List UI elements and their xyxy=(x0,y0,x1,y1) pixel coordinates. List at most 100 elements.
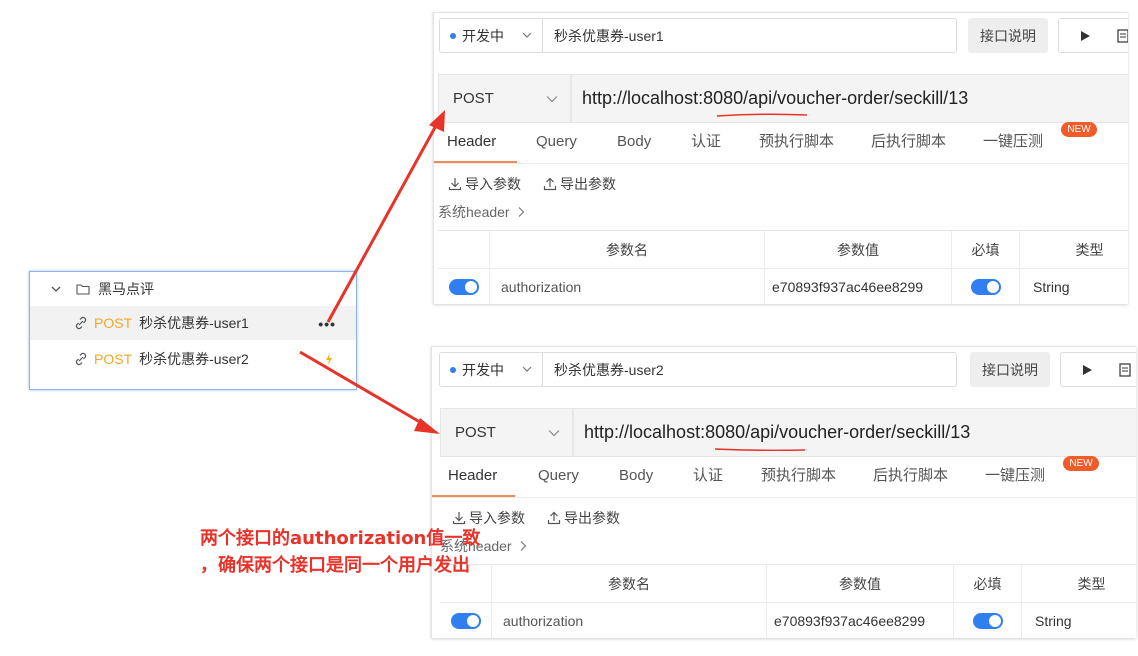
enable-toggle[interactable] xyxy=(450,613,481,629)
run-controls xyxy=(1058,18,1128,53)
request-panel-user2: 开发中 秒杀优惠券-user2 接口说明 POST http://localho… xyxy=(431,346,1136,638)
tree-item-label: 秒杀优惠券-user1 xyxy=(139,315,249,331)
import-params-button[interactable]: 导入参数 xyxy=(448,174,521,194)
download-icon xyxy=(452,512,466,525)
method-label: POST xyxy=(453,90,494,107)
tab-header[interactable]: Header xyxy=(447,127,496,164)
tab-query[interactable]: Query xyxy=(536,127,577,164)
row-enabled-cell xyxy=(440,603,491,638)
play-icon[interactable] xyxy=(1079,30,1091,42)
method-tag: POST xyxy=(94,351,133,367)
api-doc-button[interactable]: 接口说明 xyxy=(968,18,1048,53)
tab-auth[interactable]: 认证 xyxy=(691,127,721,164)
method-select[interactable]: POST xyxy=(438,74,571,123)
param-type-select[interactable]: String xyxy=(1021,603,1136,638)
header-cell-toggle xyxy=(438,231,489,268)
param-name-field[interactable]: authorization xyxy=(489,269,764,304)
header-cell-name: 参数名 xyxy=(491,565,766,602)
document-icon[interactable] xyxy=(1117,29,1128,43)
tab-body[interactable]: Body xyxy=(619,461,653,498)
tab-body[interactable]: Body xyxy=(617,127,651,164)
more-icon[interactable]: ••• xyxy=(318,316,336,332)
param-type-label: String xyxy=(1035,613,1072,629)
status-dot xyxy=(450,366,456,373)
tab-header[interactable]: Header xyxy=(448,461,497,498)
export-params-button[interactable]: 导出参数 xyxy=(547,508,620,528)
header-cell-value: 参数值 xyxy=(764,231,951,268)
tab-post-script[interactable]: 后执行脚本 xyxy=(873,461,948,498)
param-name-field[interactable]: authorization xyxy=(491,603,766,638)
method-label: POST xyxy=(455,424,496,441)
required-toggle[interactable] xyxy=(972,613,1003,629)
tab-active-indicator xyxy=(432,495,515,497)
request-name-input[interactable]: 秒杀优惠券-user2 xyxy=(542,352,957,387)
table-row: authorization e70893f937ac46ee8299 Strin… xyxy=(438,269,1128,304)
param-value-field[interactable]: e70893f937ac46ee8299 xyxy=(766,603,953,638)
api-doc-button[interactable]: 接口说明 xyxy=(970,352,1050,387)
export-params-button[interactable]: 导出参数 xyxy=(543,174,616,194)
param-type-label: String xyxy=(1033,279,1070,295)
tab-pre-script[interactable]: 预执行脚本 xyxy=(759,127,834,164)
environment-select[interactable]: 开发中 xyxy=(439,352,543,387)
tree-item-label: 秒杀优惠券-user2 xyxy=(139,351,249,367)
required-toggle[interactable] xyxy=(970,279,1001,295)
import-params-label: 导入参数 xyxy=(465,176,521,192)
upload-icon xyxy=(547,511,561,525)
chevron-down-icon xyxy=(546,96,558,103)
row-required-cell xyxy=(953,603,1021,638)
header-params-table: 参数名 参数值 必填 类型 authorization e70893f937ac… xyxy=(438,230,1128,304)
header-cell-type: 类型 xyxy=(1021,565,1136,602)
tab-post-script[interactable]: 后执行脚本 xyxy=(871,127,946,164)
chevron-down-icon[interactable] xyxy=(50,283,62,295)
method-tag: POST xyxy=(94,315,133,331)
environment-label: 开发中 xyxy=(462,27,504,44)
document-icon[interactable] xyxy=(1119,363,1131,377)
row-required-cell xyxy=(951,269,1019,304)
environment-select[interactable]: 开发中 xyxy=(439,18,543,53)
tab-pre-script[interactable]: 预执行脚本 xyxy=(761,461,836,498)
tab-stress-test[interactable]: 一键压测 xyxy=(985,461,1045,498)
header-params-table: 参数名 参数值 必填 类型 authorization e70893f937ac… xyxy=(440,564,1136,638)
link-icon xyxy=(75,316,87,330)
tree-item-user2[interactable]: POST 秒杀优惠券-user2 xyxy=(30,342,356,376)
url-input[interactable]: http://localhost:8080/api/voucher-order/… xyxy=(573,408,1136,457)
chevron-right-icon xyxy=(518,207,524,217)
url-port-underline xyxy=(714,448,806,451)
annotation-note: 两个接口的authorization值一致 ，确保两个接口是同一个用户发出 xyxy=(200,525,480,579)
tab-auth[interactable]: 认证 xyxy=(693,461,723,498)
url-text: http://localhost:8080/api/voucher-order/… xyxy=(582,88,969,108)
tab-active-indicator xyxy=(434,161,517,163)
play-icon[interactable] xyxy=(1081,364,1093,376)
export-params-label: 导出参数 xyxy=(560,176,616,192)
table-header: 参数名 参数值 必填 类型 xyxy=(440,565,1136,603)
row-enabled-cell xyxy=(438,269,489,304)
request-tabs: Header Query Body 认证 预执行脚本 后执行脚本 一键压测 xyxy=(434,127,1128,164)
upload-icon xyxy=(543,177,557,191)
request-name-input[interactable]: 秒杀优惠券-user1 xyxy=(542,18,957,53)
param-actions: 导入参数 导出参数 xyxy=(452,508,642,528)
system-header-toggle[interactable]: 系统header xyxy=(438,202,526,222)
param-value-field[interactable]: e70893f937ac46ee8299 xyxy=(764,269,951,304)
chevron-down-icon xyxy=(548,430,560,437)
folder-name: 黑马点评 xyxy=(98,281,154,297)
url-text: http://localhost:8080/api/voucher-order/… xyxy=(584,422,971,442)
method-select[interactable]: POST xyxy=(440,408,573,457)
system-header-label: 系统header xyxy=(438,204,510,220)
chevron-down-icon xyxy=(522,366,532,372)
param-type-select[interactable]: String xyxy=(1019,269,1128,304)
status-dot xyxy=(450,32,456,39)
url-input[interactable]: http://localhost:8080/api/voucher-order/… xyxy=(571,74,1128,123)
environment-label: 开发中 xyxy=(462,361,504,378)
new-badge: NEW xyxy=(1063,456,1099,471)
annotation-line-2: ，确保两个接口是同一个用户发出 xyxy=(200,555,470,576)
table-row: authorization e70893f937ac46ee8299 Strin… xyxy=(440,603,1136,638)
enable-toggle[interactable] xyxy=(448,279,479,295)
tab-stress-test[interactable]: 一键压测 xyxy=(983,127,1043,164)
url-port-underline xyxy=(716,113,808,117)
header-cell-required: 必填 xyxy=(953,565,1021,602)
tree-folder[interactable]: 黑马点评 xyxy=(30,272,356,306)
tree-item-user1[interactable]: POST 秒杀优惠券-user1 ••• xyxy=(30,306,356,340)
lightning-icon xyxy=(326,353,332,365)
new-badge: NEW xyxy=(1061,122,1097,137)
tab-query[interactable]: Query xyxy=(538,461,579,498)
